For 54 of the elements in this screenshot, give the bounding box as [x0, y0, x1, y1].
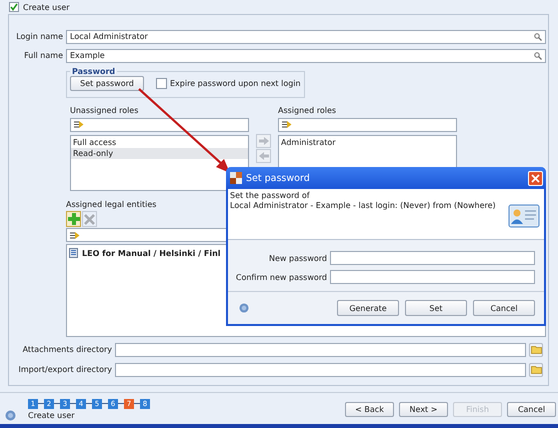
text-field[interactable]	[115, 342, 526, 356]
list-label: Assigned legal entities	[66, 200, 156, 210]
dialog-title: Set password	[246, 172, 310, 184]
password-field[interactable]	[330, 251, 535, 265]
search-icon	[534, 52, 542, 60]
list-item[interactable]: LEO for Manual / Helsinki / Finl	[82, 248, 220, 258]
dialog-button[interactable]: Cancel	[473, 300, 535, 316]
filter-icon	[74, 120, 84, 130]
list-label: Unassigned roles	[70, 106, 138, 116]
text-field[interactable]: Local Administrator	[66, 30, 546, 44]
close-button[interactable]	[528, 170, 543, 186]
filter-icon	[282, 120, 292, 130]
delete-icon[interactable]	[82, 211, 97, 227]
move-left-icon[interactable]	[256, 149, 271, 163]
field-label: Attachments directory	[22, 345, 112, 354]
list-item[interactable]: Full access	[71, 136, 248, 148]
field-label: Import/export directory	[18, 365, 112, 374]
app-icon	[230, 172, 242, 184]
set-password-button[interactable]: Set password	[70, 76, 144, 91]
move-right-icon[interactable]	[256, 134, 271, 148]
text-field[interactable]: Example	[66, 48, 546, 62]
field-label: New password	[268, 254, 327, 262]
filter-field[interactable]	[70, 118, 249, 132]
folder-icon[interactable]	[529, 362, 543, 376]
building-icon	[69, 248, 78, 258]
folder-icon[interactable]	[529, 342, 543, 356]
wizard-button[interactable]: Next >	[399, 402, 448, 416]
checkbox-label: Expire password upon next login	[170, 79, 301, 88]
filter-field[interactable]	[278, 118, 457, 132]
checkbox[interactable]	[9, 2, 19, 12]
dialog-button[interactable]: Generate	[337, 300, 399, 316]
id-card-icon	[508, 203, 540, 229]
field-label: Full name	[23, 51, 63, 60]
field-label: Confirm new password	[234, 272, 327, 282]
password-field[interactable]	[330, 270, 535, 284]
field-label: Login name	[15, 32, 63, 41]
list-item[interactable]: Administrator	[279, 136, 456, 148]
add-icon[interactable]	[66, 211, 81, 227]
checkbox[interactable]	[156, 78, 167, 89]
help-icon[interactable]	[5, 410, 16, 420]
list-item[interactable]: Read-only	[71, 148, 248, 159]
step-caption: Create user	[28, 410, 76, 420]
wizard-button[interactable]: Cancel	[507, 402, 556, 416]
dialog-button[interactable]: Set	[405, 300, 467, 316]
description-text: Set the password of	[230, 191, 311, 201]
checkbox-label: Create user	[23, 2, 70, 12]
filter-icon	[70, 230, 80, 240]
description-text: Local Administrator - Example - last login: (Never) from (Nowhere)	[230, 201, 497, 211]
list-label: Assigned roles	[278, 106, 336, 116]
text-field[interactable]	[115, 362, 526, 376]
search-icon	[534, 32, 542, 40]
wizard-button[interactable]: < Back	[345, 402, 394, 416]
group-title: Password	[71, 67, 116, 76]
help-icon[interactable]	[239, 303, 249, 313]
